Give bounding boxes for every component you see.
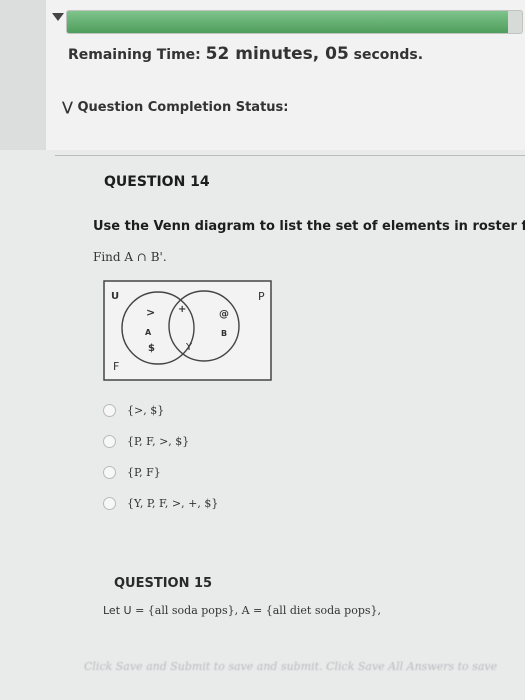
- element-dollar: $: [148, 343, 155, 354]
- question-15-rest: = {all soda pops}, A = {all diet soda po…: [135, 604, 382, 617]
- answer-option-2[interactable]: {P, F, >, $}: [103, 426, 218, 457]
- element-y: Y: [185, 342, 193, 353]
- element-p: P: [258, 290, 265, 303]
- section-divider: [55, 155, 525, 156]
- status-label[interactable]: Question Completion Status:: [78, 100, 289, 115]
- question-14-title: QUESTION 14: [104, 174, 210, 190]
- answer-option-4[interactable]: {Y, P, F, >, +, $}: [103, 488, 218, 519]
- element-plus: +: [178, 304, 186, 315]
- answer-option-3[interactable]: {P, F}: [103, 457, 218, 488]
- element-greater-than: >: [146, 306, 155, 319]
- radio-button[interactable]: [103, 497, 116, 510]
- answer-options: {>, $} {P, F, >, $} {P, F} {Y, P, F, >, …: [103, 395, 218, 519]
- element-at: @: [219, 309, 229, 320]
- timer-suffix: seconds.: [348, 47, 424, 63]
- left-sidebar-strip: [0, 0, 46, 150]
- question-15-prompt: Let U = {all soda pops}, A = {all diet s…: [103, 604, 381, 617]
- answer-option-label[interactable]: {P, F, >, $}: [127, 435, 189, 448]
- radio-button[interactable]: [103, 404, 116, 417]
- save-submit-hint: Click Save and Submit to save and submit…: [84, 660, 498, 673]
- question-15-title: QUESTION 15: [114, 576, 213, 591]
- question-14-find: Find A ∩ B'.: [93, 250, 167, 264]
- universe-label: U: [111, 291, 119, 302]
- timer-value: 52 minutes, 05: [205, 44, 349, 64]
- timer-label: Remaining Time:: [68, 47, 206, 63]
- radio-button[interactable]: [103, 466, 116, 479]
- element-f: F: [113, 360, 119, 373]
- expand-double-chevron-icon[interactable]: ⋁: [62, 100, 73, 115]
- set-a-label: A: [145, 328, 152, 337]
- question-completion-status[interactable]: ⋁ Question Completion Status:: [62, 100, 288, 115]
- answer-option-label[interactable]: {>, $}: [127, 404, 164, 417]
- question-15-lead: Let U: [103, 604, 132, 617]
- collapse-caret-icon[interactable]: [52, 13, 64, 21]
- progress-bar: [66, 10, 523, 34]
- set-b-label: B: [221, 329, 227, 338]
- venn-diagram: U P F > A $ + Y @ B: [103, 280, 273, 386]
- progress-bar-fill: [67, 11, 509, 33]
- answer-option-1[interactable]: {>, $}: [103, 395, 218, 426]
- question-14-prompt: Use the Venn diagram to list the set of …: [93, 219, 525, 234]
- remaining-time: Remaining Time: 52 minutes, 05 seconds.: [68, 44, 423, 64]
- answer-option-label[interactable]: {Y, P, F, >, +, $}: [127, 497, 218, 510]
- answer-option-label[interactable]: {P, F}: [127, 466, 161, 479]
- radio-button[interactable]: [103, 435, 116, 448]
